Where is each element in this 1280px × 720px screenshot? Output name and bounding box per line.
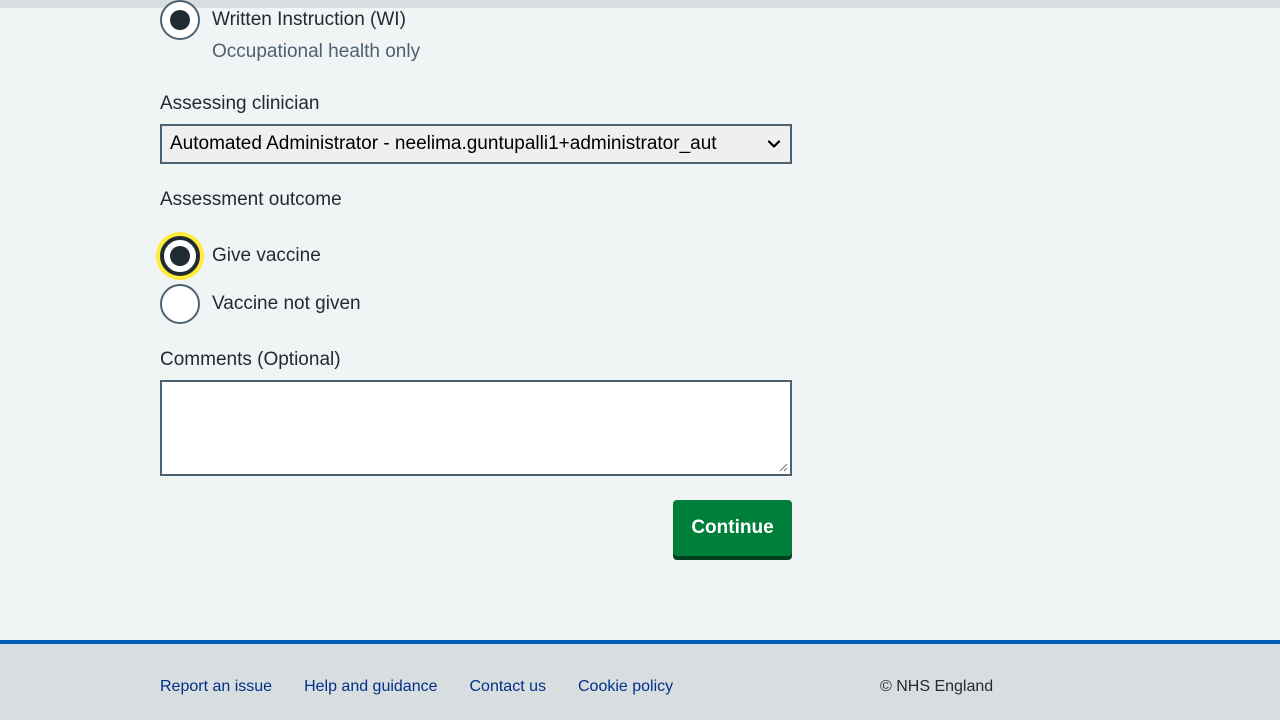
radio-give-vaccine[interactable]: Give vaccine (160, 236, 321, 276)
radio-give-vaccine-label: Give vaccine (212, 245, 321, 266)
comments-textarea[interactable] (160, 380, 792, 476)
radio-give-vaccine-control[interactable] (160, 236, 200, 276)
footer: Report an issue Help and guidance Contac… (0, 640, 1280, 720)
radio-vaccine-not-given[interactable]: Vaccine not given (160, 284, 361, 324)
footer-link-contact-us[interactable]: Contact us (470, 678, 546, 696)
continue-button[interactable]: Continue (673, 500, 792, 556)
footer-link-cookie-policy[interactable]: Cookie policy (578, 678, 673, 696)
assessing-clinician-value: Automated Administrator - neelima.guntup… (170, 133, 717, 154)
footer-links: Report an issue Help and guidance Contac… (160, 678, 673, 696)
radio-vaccine-not-given-label: Vaccine not given (212, 293, 361, 314)
assessment-outcome-label: Assessment outcome (160, 189, 342, 210)
radio-written-instruction[interactable]: Written Instruction (WI) (160, 0, 406, 40)
footer-link-help-guidance[interactable]: Help and guidance (304, 678, 437, 696)
chevron-down-icon (767, 140, 781, 148)
copyright: © NHS England (880, 678, 994, 695)
radio-written-instruction-control[interactable] (160, 0, 200, 40)
resize-handle-icon[interactable] (778, 462, 788, 472)
comments-label: Comments (Optional) (160, 349, 341, 370)
radio-vaccine-not-given-control[interactable] (160, 284, 200, 324)
assessing-clinician-label: Assessing clinician (160, 93, 320, 114)
assessing-clinician-select[interactable]: Automated Administrator - neelima.guntup… (160, 124, 792, 164)
written-instruction-hint: Occupational health only (212, 41, 421, 62)
radio-written-instruction-label: Written Instruction (WI) (212, 9, 406, 30)
footer-link-report-issue[interactable]: Report an issue (160, 678, 272, 696)
